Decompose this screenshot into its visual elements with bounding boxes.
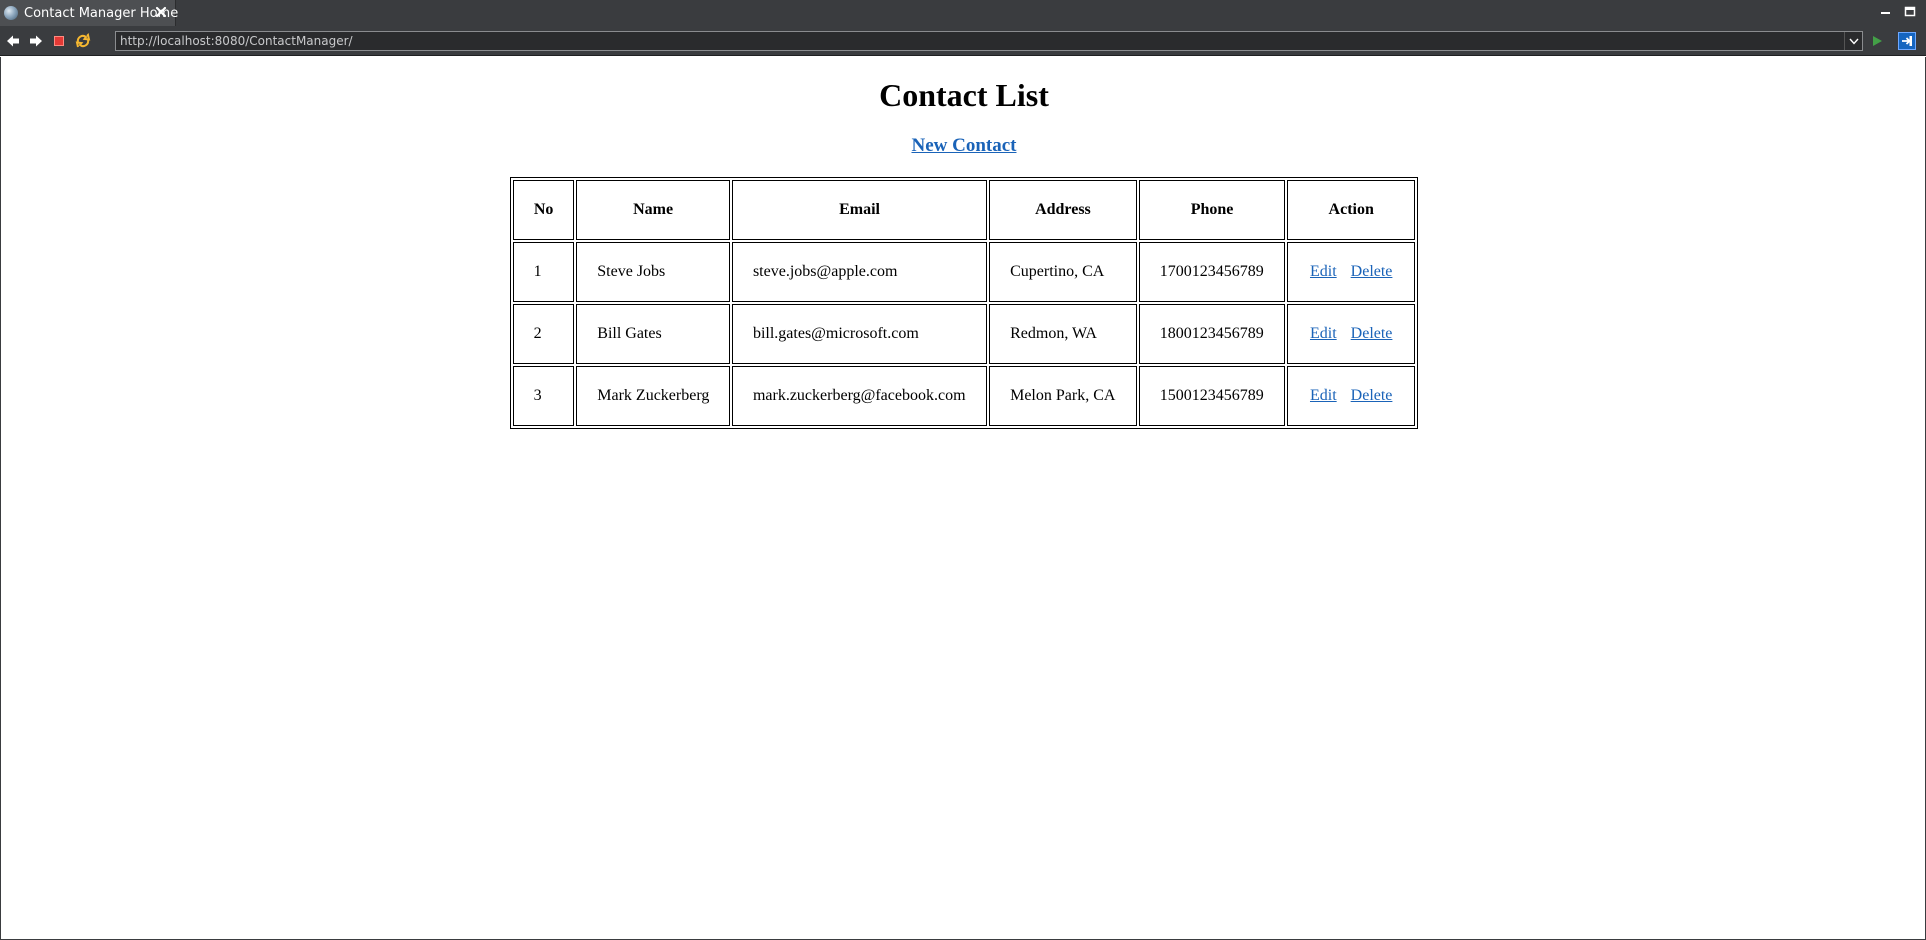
forward-icon[interactable] <box>27 32 45 50</box>
new-contact-link[interactable]: New Contact <box>911 135 1016 156</box>
cell-action: Edit Delete <box>1287 304 1415 364</box>
edit-link[interactable]: Edit <box>1310 263 1337 280</box>
contacts-table: No Name Email Address Phone Action 1 Ste… <box>510 177 1418 429</box>
delete-link[interactable]: Delete <box>1351 387 1393 404</box>
close-icon[interactable] <box>153 4 169 20</box>
cell-email: mark.zuckerberg@facebook.com <box>731 366 988 426</box>
header-email: Email <box>731 180 988 240</box>
cell-action: Edit Delete <box>1287 242 1415 302</box>
refresh-icon[interactable] <box>74 32 92 50</box>
table-row: 1 Steve Jobs steve.jobs@apple.com Cupert… <box>513 242 1415 302</box>
tab-bar: Contact Manager Home <box>0 0 1926 26</box>
cell-phone: 1800123456789 <box>1138 304 1286 364</box>
table-row: 3 Mark Zuckerberg mark.zuckerberg@facebo… <box>513 366 1415 426</box>
cell-email: bill.gates@microsoft.com <box>731 304 988 364</box>
cell-email: steve.jobs@apple.com <box>731 242 988 302</box>
delete-link[interactable]: Delete <box>1351 263 1393 280</box>
stop-icon[interactable] <box>50 32 68 50</box>
cell-name: Bill Gates <box>576 304 730 364</box>
url-input[interactable] <box>116 32 1844 50</box>
cell-address: Melon Park, CA <box>989 366 1137 426</box>
cell-address: Cupertino, CA <box>989 242 1137 302</box>
header-phone: Phone <box>1138 180 1286 240</box>
cell-no: 1 <box>513 242 575 302</box>
edit-link[interactable]: Edit <box>1310 325 1337 342</box>
external-browser-icon[interactable] <box>1898 32 1916 50</box>
cell-action: Edit Delete <box>1287 366 1415 426</box>
dropdown-icon[interactable] <box>1844 32 1862 50</box>
header-address: Address <box>989 180 1137 240</box>
header-action: Action <box>1287 180 1415 240</box>
cell-address: Redmon, WA <box>989 304 1137 364</box>
header-name: Name <box>576 180 730 240</box>
browser-tab[interactable]: Contact Manager Home <box>0 0 178 26</box>
cell-no: 3 <box>513 366 575 426</box>
navigation-toolbar <box>0 26 1926 56</box>
delete-link[interactable]: Delete <box>1351 325 1393 342</box>
address-bar[interactable] <box>115 31 1863 51</box>
table-header-row: No Name Email Address Phone Action <box>513 180 1415 240</box>
cell-no: 2 <box>513 304 575 364</box>
edit-link[interactable]: Edit <box>1310 387 1337 404</box>
page-content: Contact List New Contact No Name Email A… <box>0 57 1926 940</box>
page-title: Contact List <box>879 77 1049 113</box>
new-contact-container: New Contact <box>1 135 1926 157</box>
go-icon[interactable] <box>1868 32 1886 50</box>
table-row: 2 Bill Gates bill.gates@microsoft.com Re… <box>513 304 1415 364</box>
header-no: No <box>513 180 575 240</box>
cell-name: Steve Jobs <box>576 242 730 302</box>
globe-icon <box>4 6 18 20</box>
cell-phone: 1700123456789 <box>1138 242 1286 302</box>
back-icon[interactable] <box>4 32 22 50</box>
cell-name: Mark Zuckerberg <box>576 366 730 426</box>
maximize-icon[interactable] <box>1904 4 1916 17</box>
minimize-icon[interactable] <box>1880 4 1892 16</box>
cell-phone: 1500123456789 <box>1138 366 1286 426</box>
